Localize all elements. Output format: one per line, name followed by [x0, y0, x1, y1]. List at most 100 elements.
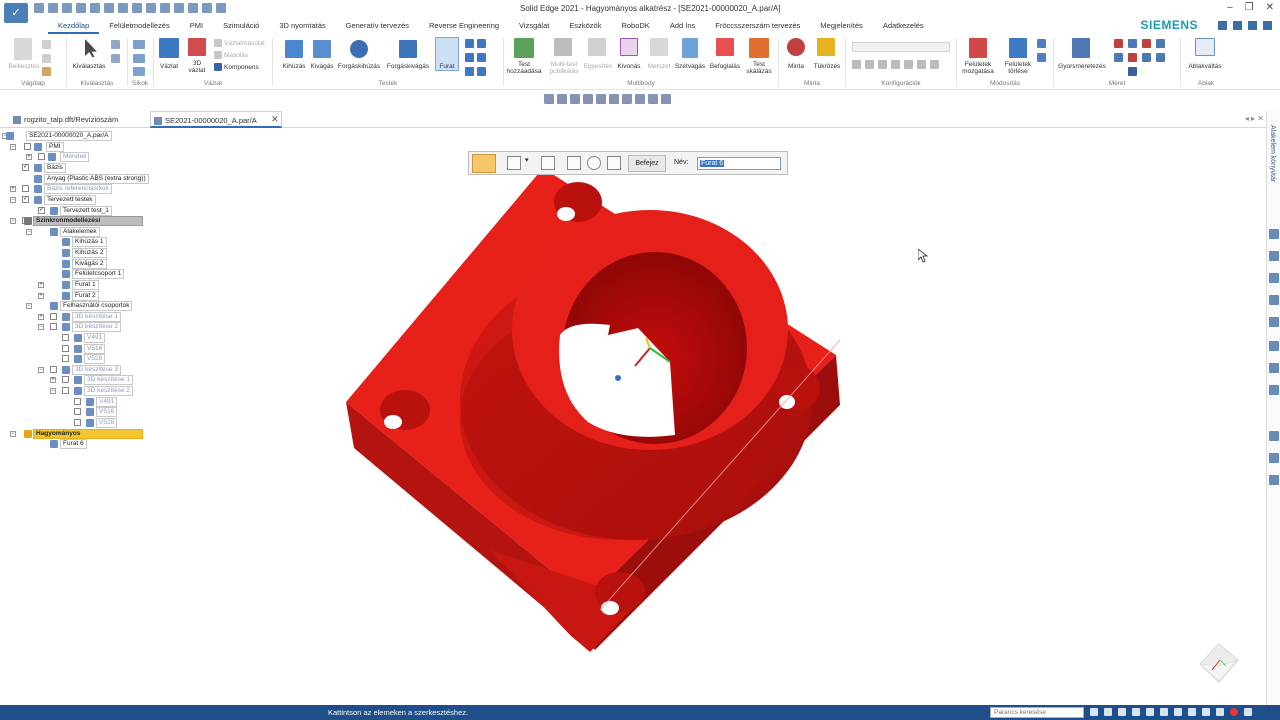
side-icon-8[interactable] [1269, 385, 1279, 395]
view-fit-icon[interactable] [544, 94, 554, 104]
command-search-input[interactable] [990, 707, 1084, 718]
tree-node-bazis-ref[interactable]: + Bázis referenciasíkok [0, 184, 150, 194]
tab-froccsszerszam[interactable]: Fröccsszerszám tervezés [705, 18, 810, 34]
union-icon[interactable] [588, 38, 606, 56]
status-camera-icon[interactable] [1202, 708, 1210, 716]
side-icon-7[interactable] [1269, 363, 1279, 373]
pattern-icon[interactable] [787, 38, 805, 56]
revolve-button[interactable]: Forgáskihúzás [335, 63, 383, 70]
visibility-checkbox[interactable]: ✓ [22, 196, 29, 203]
pattern-button[interactable]: Minta [781, 63, 811, 70]
tree-node-keszites3-1[interactable]: +3D készítése 1 [0, 375, 150, 385]
expand-toggle-icon[interactable]: − [10, 431, 16, 437]
multibody-publish-line1[interactable]: Multi-test [546, 61, 582, 68]
collapse-ribbon-icon[interactable] [1248, 21, 1257, 30]
tree-node-kihuzas1[interactable]: Kihúzás 1 [0, 237, 150, 247]
status-fit-icon[interactable] [1104, 708, 1112, 716]
tree-node-v491-a[interactable]: V491 [0, 333, 150, 343]
tree-node-furat1[interactable]: + Furat 1 [0, 280, 150, 290]
part-model[interactable] [150, 130, 1260, 705]
view-globe-icon[interactable] [635, 94, 645, 104]
visibility-checkbox[interactable] [24, 143, 31, 150]
view-render-icon[interactable] [609, 94, 619, 104]
visibility-checkbox[interactable] [74, 408, 81, 415]
delete-faces-line1[interactable]: Felületek [1001, 61, 1035, 68]
expand-toggle-icon[interactable]: + [38, 282, 44, 288]
sketch-icon[interactable] [159, 38, 179, 58]
plane-offset-icon[interactable] [133, 54, 145, 63]
tree-node-v528-a[interactable]: V528 [0, 354, 150, 364]
expand-toggle-icon[interactable]: − [38, 324, 44, 330]
pan-icon[interactable] [146, 3, 156, 13]
mirror-icon[interactable] [817, 38, 835, 56]
visibility-checkbox[interactable]: ✓ [22, 164, 29, 171]
corner-hole-right[interactable] [776, 366, 820, 410]
dim-icon-7[interactable] [1142, 53, 1151, 62]
sketch-3d-icon[interactable] [188, 38, 206, 56]
view-display-icon[interactable] [622, 94, 632, 104]
rib-icon[interactable] [465, 67, 474, 76]
minimize-icon[interactable]: – [1227, 2, 1233, 13]
view-shaded-icon[interactable] [596, 94, 606, 104]
cutout-icon[interactable] [313, 40, 331, 58]
visibility-checkbox[interactable] [74, 398, 81, 405]
side-icon-10[interactable] [1269, 453, 1279, 463]
select-button[interactable]: Kiválasztás [67, 63, 111, 70]
tab-kezdolap[interactable]: Kezdőlap [48, 18, 100, 34]
format-icon[interactable] [42, 67, 51, 76]
add-body-button-line1[interactable]: Test [506, 61, 542, 68]
enclosure-button[interactable]: Befoglalás [708, 63, 742, 70]
expand-toggle-icon[interactable]: − [10, 197, 16, 203]
feature-name-input[interactable]: Furat 6 [697, 157, 781, 170]
tab-reverse-engineering[interactable]: Reverse Engineering [419, 18, 509, 34]
scale-body-line1[interactable]: Test [744, 61, 774, 68]
tab-megjelenites[interactable]: Megjelenítés [810, 18, 873, 34]
visibility-checkbox[interactable] [38, 153, 45, 160]
status-section-icon[interactable] [1216, 708, 1224, 716]
status-zoom-icon[interactable] [1132, 708, 1140, 716]
round-icon[interactable] [465, 39, 474, 48]
feature-library-tab[interactable]: Alakelem könyvtár [1269, 125, 1276, 182]
tree-node-kihuzas2[interactable]: Kihúzás 2 [0, 248, 150, 258]
hole-step-icon[interactable] [567, 156, 581, 170]
tab-generativ-tervezes[interactable]: Generatív tervezés [336, 18, 419, 34]
sketch-copy-icon[interactable] [214, 39, 222, 47]
windows-icon[interactable] [1233, 21, 1242, 30]
tree-node-root[interactable]: − SE2021-00000020_A.par/A [0, 131, 150, 141]
layout-icon[interactable] [1218, 21, 1227, 30]
extrude-icon[interactable] [285, 40, 303, 58]
side-icon-4[interactable] [1269, 295, 1279, 305]
visibility-checkbox[interactable] [62, 345, 69, 352]
side-icon-11[interactable] [1269, 475, 1279, 485]
expand-toggle-icon[interactable]: − [10, 144, 16, 150]
cut-icon[interactable] [42, 40, 51, 49]
smart-dimension-button[interactable]: Gyorsméretezés [1056, 63, 1108, 70]
subtract-icon[interactable] [620, 38, 638, 56]
visibility-checkbox[interactable] [74, 419, 81, 426]
tree-node-anyag[interactable]: Anyag (Plastic ABS (extra strong)) [0, 174, 150, 184]
tab-3d-nyomtatas[interactable]: 3D nyomtatás [269, 18, 335, 34]
plane-step-icon[interactable] [507, 156, 521, 170]
expand-toggle-icon[interactable]: + [50, 377, 56, 383]
tree-node-keszites1[interactable]: +3D készítése 1 [0, 312, 150, 322]
paste-icon[interactable] [14, 38, 32, 60]
draft-icon[interactable] [465, 53, 474, 62]
view-cube[interactable] [1196, 640, 1242, 686]
visibility-checkbox[interactable] [22, 185, 29, 192]
dim-icon-1[interactable] [1114, 39, 1123, 48]
dim-icon-2[interactable] [1128, 39, 1137, 48]
config-icon-5[interactable] [904, 60, 913, 69]
config-icon-1[interactable] [852, 60, 861, 69]
visibility-checkbox[interactable] [62, 387, 69, 394]
status-rotate-icon[interactable] [1160, 708, 1168, 716]
revolve-cut-button[interactable]: Forgáskivágás [384, 63, 432, 70]
status-pan-icon[interactable] [1146, 708, 1154, 716]
cutout-button[interactable]: Kivágás [306, 63, 338, 70]
graphics-viewport[interactable] [150, 130, 1260, 705]
visibility-checkbox[interactable] [62, 355, 69, 362]
fit-icon[interactable] [132, 3, 142, 13]
visibility-checkbox[interactable] [50, 323, 57, 330]
component-button[interactable]: Komponens [224, 64, 259, 71]
target-icon[interactable] [587, 156, 601, 170]
finish-button[interactable]: Befejez [628, 155, 666, 172]
